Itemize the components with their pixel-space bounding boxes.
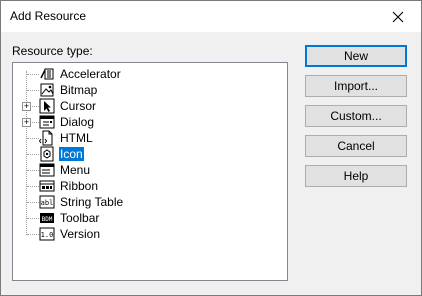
resource-type-tree[interactable]: Accelerator Bitmap + Cursor + Dialog HTML Icon M… [12,62,288,281]
custom-button[interactable]: Custom... [305,105,407,127]
tree-item-label: Menu [60,163,91,177]
title-bar: Add Resource [1,1,421,32]
tree-item-label: HTML [60,131,93,145]
tree-item-label: String Table [60,195,124,209]
import-button[interactable]: Import... [305,75,407,97]
tree-item-accelerator[interactable]: Accelerator [13,66,283,82]
tree-connector [27,90,39,91]
tree-connector [27,154,39,155]
tree-connector [27,138,39,139]
dialog-icon [39,114,55,130]
tree-item-label: Ribbon [60,179,99,193]
cancel-button[interactable]: Cancel [305,135,407,157]
tree-item-dialog[interactable]: + Dialog [13,114,283,130]
tree-item-label: Accelerator [60,67,121,81]
accelerator-icon [39,66,55,82]
tree-item-label: Cursor [60,99,97,113]
tree-connector [27,186,39,187]
toolbar-icon: BDM [39,210,55,226]
new-button[interactable]: New [305,45,407,67]
icon-resource-icon [39,146,55,162]
tree-connector [27,74,39,75]
tree-connector [27,218,39,219]
expand-icon[interactable]: + [22,102,31,111]
tree-item-menu[interactable]: Menu [13,162,283,178]
tree-item-cursor[interactable]: + Cursor [13,98,283,114]
resource-type-label: Resource type: [12,44,93,58]
tree-connector [27,170,39,171]
tree-item-label: Dialog [60,115,95,129]
html-icon [38,130,55,146]
bitmap-icon [39,82,55,98]
menu-icon [39,162,55,178]
svg-text:abl: abl [41,199,54,207]
tree-connector [27,202,39,203]
dialog-title: Add Resource [10,9,87,23]
tree-item-label: Version [60,227,101,241]
tree-item-icon[interactable]: Icon [13,146,283,162]
ribbon-icon [39,178,55,194]
svg-text:1.0: 1.0 [41,231,54,239]
close-button[interactable] [375,1,421,32]
tree-connector [27,234,39,235]
tree-item-label: Toolbar [60,211,100,225]
tree-item-version[interactable]: 1.0 Version [13,226,283,242]
tree-item-string-table[interactable]: abl String Table [13,194,283,210]
tree-item-ribbon[interactable]: Ribbon [13,178,283,194]
cursor-icon [39,98,55,114]
tree-item-label: Icon [59,147,84,161]
svg-text:BDM: BDM [42,216,53,223]
tree-item-toolbar[interactable]: BDM Toolbar [13,210,283,226]
tree-item-html[interactable]: HTML [13,130,283,146]
close-icon [392,11,404,22]
string-table-icon: abl [39,194,55,210]
tree-item-label: Bitmap [60,83,98,97]
tree-item-bitmap[interactable]: Bitmap [13,82,283,98]
help-button[interactable]: Help [305,165,407,187]
expand-icon[interactable]: + [22,118,31,127]
version-icon: 1.0 [39,226,55,242]
